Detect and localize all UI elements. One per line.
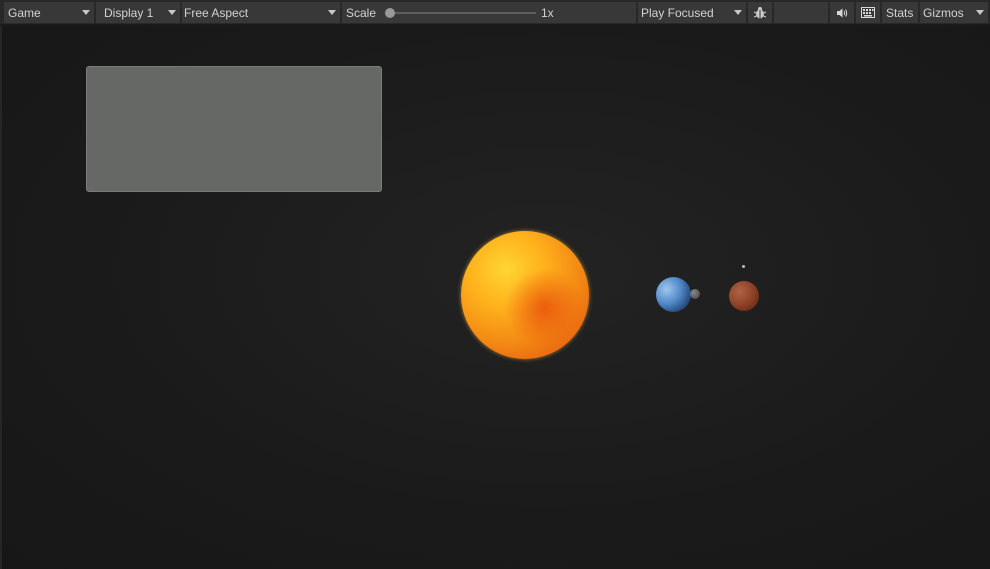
- shortcuts-button[interactable]: [856, 2, 880, 23]
- chevron-down-icon: [328, 10, 336, 15]
- scale-slider[interactable]: [385, 8, 536, 18]
- gizmos-label: Gizmos: [923, 5, 964, 20]
- aspect-dropdown[interactable]: Free Aspect: [182, 2, 340, 23]
- sun-planet: [461, 231, 589, 359]
- chevron-down-icon: [168, 10, 176, 15]
- display-dropdown[interactable]: Display 1: [96, 2, 180, 23]
- scale-label: Scale: [346, 5, 377, 20]
- chevron-down-icon: [82, 10, 90, 15]
- play-mode-dropdown[interactable]: Play Focused: [638, 2, 746, 23]
- scale-value: 1x: [541, 6, 554, 20]
- mute-audio-button[interactable]: [830, 2, 854, 23]
- keyboard-icon: [861, 7, 875, 18]
- aspect-label: Free Aspect: [184, 5, 249, 20]
- scale-slider-handle[interactable]: [385, 8, 395, 18]
- play-mode-label: Play Focused: [641, 5, 714, 20]
- bug-icon: [753, 6, 767, 18]
- debug-button[interactable]: [748, 2, 772, 23]
- earth-planet: [656, 277, 691, 312]
- speaker-icon: [837, 8, 848, 17]
- game-view-dropdown[interactable]: Game: [4, 2, 94, 23]
- gizmos-dropdown[interactable]: Gizmos: [920, 2, 988, 23]
- stats-label: Stats: [886, 5, 914, 20]
- moon: [690, 289, 700, 299]
- game-view-label: Game: [8, 5, 41, 20]
- chevron-down-icon: [734, 10, 742, 15]
- chevron-down-icon: [976, 10, 984, 15]
- toolbar-spacer: [774, 2, 828, 23]
- ui-panel: [86, 66, 382, 192]
- game-view-toolbar: Game Display 1 Free Aspect Scale 1x Play…: [0, 0, 990, 25]
- display-label: Display 1: [104, 5, 154, 20]
- stats-button[interactable]: Stats: [882, 2, 918, 23]
- star-dot: [742, 265, 745, 268]
- mars-planet: [729, 281, 759, 311]
